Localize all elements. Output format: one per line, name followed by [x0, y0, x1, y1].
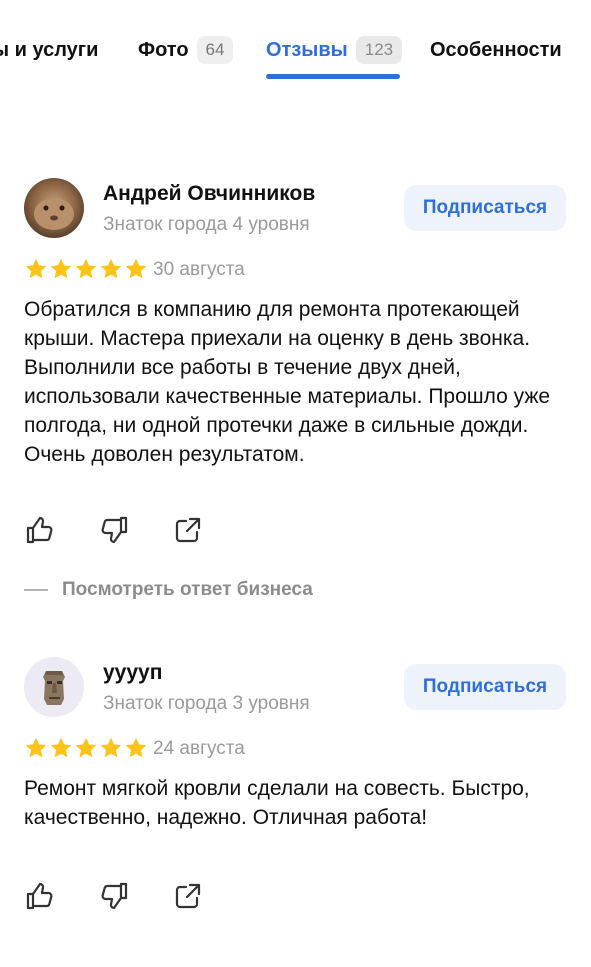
tab-photos[interactable]: Фото 64 — [138, 34, 234, 66]
review-text: Обратился в компанию для ремонта протека… — [24, 298, 551, 466]
review-actions — [24, 880, 246, 912]
active-tab-indicator — [266, 74, 400, 79]
moai-avatar — [24, 657, 84, 717]
share-icon — [175, 517, 201, 543]
star-icon — [50, 737, 72, 758]
dash-divider — [24, 589, 48, 591]
tab-features[interactable]: Особенности — [430, 34, 562, 66]
dislike-button[interactable] — [98, 514, 130, 546]
rating-stars — [24, 736, 148, 760]
tab-products-services[interactable]: ы и услуги — [0, 34, 98, 66]
tab-label: ы и услуги — [0, 38, 99, 61]
avatar[interactable] — [24, 178, 84, 238]
thumbs-up-icon — [26, 882, 53, 910]
tab-label: Отзывы — [266, 38, 348, 61]
share-icon — [175, 883, 201, 909]
star-icon — [75, 258, 97, 279]
tab-label: Фото — [138, 38, 189, 61]
star-icon — [75, 737, 97, 758]
like-button[interactable] — [24, 514, 56, 546]
star-icon — [50, 258, 72, 279]
dislike-button[interactable] — [98, 880, 130, 912]
count-badge: 64 — [196, 36, 234, 64]
review-date: 24 августа — [153, 738, 245, 759]
share-button[interactable] — [172, 514, 204, 546]
like-button[interactable] — [24, 880, 56, 912]
count-badge: 123 — [355, 36, 403, 64]
share-button[interactable] — [172, 880, 204, 912]
business-reply-link[interactable]: Посмотреть ответ бизнеса — [24, 579, 313, 601]
review-date: 30 августа — [153, 259, 245, 280]
star-icon — [100, 737, 122, 758]
tab-reviews[interactable]: Отзывы 123 — [266, 34, 403, 66]
star-icon — [25, 258, 47, 279]
tabs-bar: ы и услуги Фото 64 Отзывы 123 Особенност… — [0, 0, 591, 100]
subscribe-button[interactable]: Подписаться — [404, 664, 566, 710]
review-actions — [24, 514, 246, 546]
avatar[interactable] — [24, 657, 84, 717]
subscribe-button[interactable]: Подписаться — [404, 185, 566, 231]
author-name[interactable]: Андрей Овчинников — [103, 182, 315, 206]
thumbs-down-icon — [101, 882, 128, 910]
star-icon — [125, 737, 147, 758]
author-level: Знаток города 3 уровня — [103, 693, 310, 714]
thumbs-down-icon — [101, 516, 128, 544]
rating-stars — [24, 257, 148, 281]
star-icon — [125, 258, 147, 279]
thumbs-up-icon — [26, 516, 53, 544]
tab-label: Особенности — [430, 38, 562, 61]
star-icon — [25, 737, 47, 758]
business-reply-label: Посмотреть ответ бизнеса — [62, 579, 313, 600]
review-text: Ремонт мягкой кровли сделали на совесть.… — [24, 777, 530, 829]
author-name[interactable]: ууууп — [103, 661, 162, 685]
star-icon — [100, 258, 122, 279]
author-level: Знаток города 4 уровня — [103, 214, 310, 235]
